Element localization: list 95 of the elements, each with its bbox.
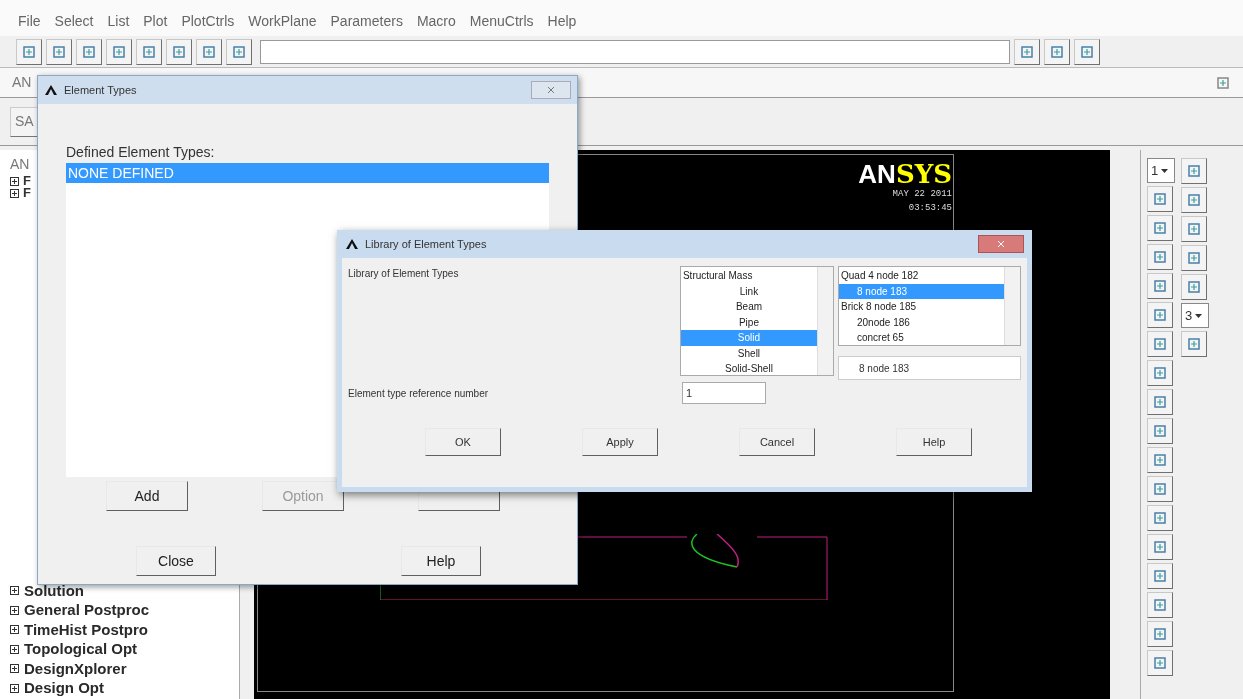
category-option[interactable]: Link xyxy=(680,283,817,299)
library-label: Library of Element Types xyxy=(348,267,460,281)
expand-icon[interactable] xyxy=(10,683,19,693)
menu-item[interactable]: File xyxy=(18,11,41,32)
view-button[interactable] xyxy=(1147,621,1173,647)
view-button[interactable] xyxy=(1181,216,1207,242)
tree-item[interactable]: F xyxy=(23,175,31,187)
app-logo-icon xyxy=(44,84,58,96)
view-button[interactable] xyxy=(1147,302,1173,328)
toolbar-button[interactable] xyxy=(46,38,72,65)
view-button[interactable] xyxy=(1181,274,1207,300)
caret-icon xyxy=(1195,313,1203,318)
dialog-button[interactable]: OK xyxy=(425,428,501,456)
zoom-dropdown[interactable]: 3 xyxy=(1181,303,1209,328)
menu-item[interactable]: WorkPlane xyxy=(248,11,317,32)
category-option[interactable]: Pipe xyxy=(680,314,817,330)
dialog-title: Library of Element Types xyxy=(365,236,487,252)
expand-icon[interactable] xyxy=(10,664,19,674)
app-logo-icon xyxy=(345,238,359,250)
selection-field: 8 node 183 xyxy=(838,356,1021,380)
menu-item[interactable]: List xyxy=(107,11,130,32)
category-option[interactable]: Shell xyxy=(680,345,817,361)
toolbar-button[interactable] xyxy=(76,38,102,65)
dialog-button[interactable]: Add xyxy=(106,481,188,511)
reference-label: Element type reference number xyxy=(348,386,490,401)
view-button[interactable] xyxy=(1147,476,1173,502)
brand-logo: ANSYS xyxy=(858,160,952,188)
view-button[interactable] xyxy=(1181,245,1207,271)
view-button[interactable] xyxy=(1147,534,1173,560)
menu-item[interactable]: Select xyxy=(54,11,94,32)
menu-item[interactable]: Macro xyxy=(416,11,456,32)
dialog-title: Element Types xyxy=(64,82,137,98)
category-option[interactable]: Structural Mass xyxy=(680,268,817,284)
expand-icon[interactable] xyxy=(10,605,19,615)
element-option[interactable]: 20node 186 xyxy=(839,314,1004,330)
tree-item[interactable]: F xyxy=(23,187,31,199)
view-dropdown[interactable]: 1 xyxy=(1147,158,1175,183)
view-button[interactable] xyxy=(1147,592,1173,618)
expand-icon[interactable] xyxy=(10,188,19,198)
expand-icon[interactable] xyxy=(10,586,19,596)
toolbar-button[interactable] xyxy=(16,38,42,65)
expand-icon[interactable] xyxy=(10,644,19,654)
dialog-button[interactable]: Apply xyxy=(582,428,658,456)
toolbar-button[interactable] xyxy=(136,38,162,65)
dialog-button[interactable]: Help xyxy=(896,428,972,456)
expand-icon[interactable] xyxy=(10,625,19,635)
dialog-button[interactable]: Close xyxy=(136,546,216,576)
category-option[interactable]: Beam xyxy=(680,299,817,315)
toolbar-button[interactable] xyxy=(1044,38,1070,65)
toolbar-title: AN xyxy=(12,73,32,92)
dialog-button[interactable]: Help xyxy=(401,546,481,576)
toolbar-button[interactable] xyxy=(1014,38,1040,65)
view-button[interactable] xyxy=(1147,650,1173,676)
view-button[interactable] xyxy=(1147,505,1173,531)
view-button[interactable] xyxy=(1181,158,1207,184)
view-button[interactable] xyxy=(1147,331,1173,357)
view-button[interactable] xyxy=(1181,187,1207,213)
view-button[interactable] xyxy=(1147,244,1173,270)
toolbar-button[interactable] xyxy=(106,38,132,65)
list-label: Defined Element Types: xyxy=(66,143,216,162)
view-button[interactable] xyxy=(1147,447,1173,473)
close-icon xyxy=(997,240,1005,248)
view-button[interactable] xyxy=(1147,389,1173,415)
view-button[interactable] xyxy=(1147,418,1173,444)
view-button[interactable] xyxy=(1147,563,1173,589)
date-label: MAY 22 2011 xyxy=(892,188,952,201)
menu-item[interactable]: Plot xyxy=(143,11,168,32)
scrollbar[interactable] xyxy=(817,267,833,375)
view-button[interactable] xyxy=(1147,273,1173,299)
toolbar-button[interactable] xyxy=(226,38,252,65)
toolbar-button[interactable] xyxy=(1074,38,1100,65)
category-option[interactable]: Solid-Shell xyxy=(680,361,817,377)
menu-item[interactable]: MenuCtrls xyxy=(469,11,534,32)
menu-item[interactable]: Parameters xyxy=(330,11,403,32)
menu-item[interactable]: PlotCtrls xyxy=(181,11,235,32)
scrollbar[interactable] xyxy=(1004,267,1020,345)
element-option[interactable]: concret 65 xyxy=(839,330,1004,345)
tree-item[interactable]: Design Opt xyxy=(24,677,104,699)
view-button[interactable] xyxy=(1147,186,1173,212)
view-button[interactable] xyxy=(1147,360,1173,386)
close-icon xyxy=(547,86,555,94)
dialog-button[interactable]: Cancel xyxy=(739,428,815,456)
command-input[interactable] xyxy=(260,39,1010,64)
caret-icon xyxy=(1161,168,1169,173)
panel-title: AN xyxy=(10,155,30,174)
expand-icon[interactable] xyxy=(10,176,19,186)
toolbar-button[interactable] xyxy=(196,38,222,65)
element-option[interactable]: Brick 8 node 185 xyxy=(839,299,1004,315)
reference-input[interactable]: 1 xyxy=(682,382,766,404)
time-label: 03:53:45 xyxy=(908,201,952,215)
element-option[interactable]: Quad 4 node 182 xyxy=(839,268,1004,284)
view-button[interactable] xyxy=(1181,331,1207,357)
menu-item[interactable]: Help xyxy=(547,11,577,32)
view-button[interactable] xyxy=(1147,215,1173,241)
toolbar-button[interactable] xyxy=(166,38,192,65)
